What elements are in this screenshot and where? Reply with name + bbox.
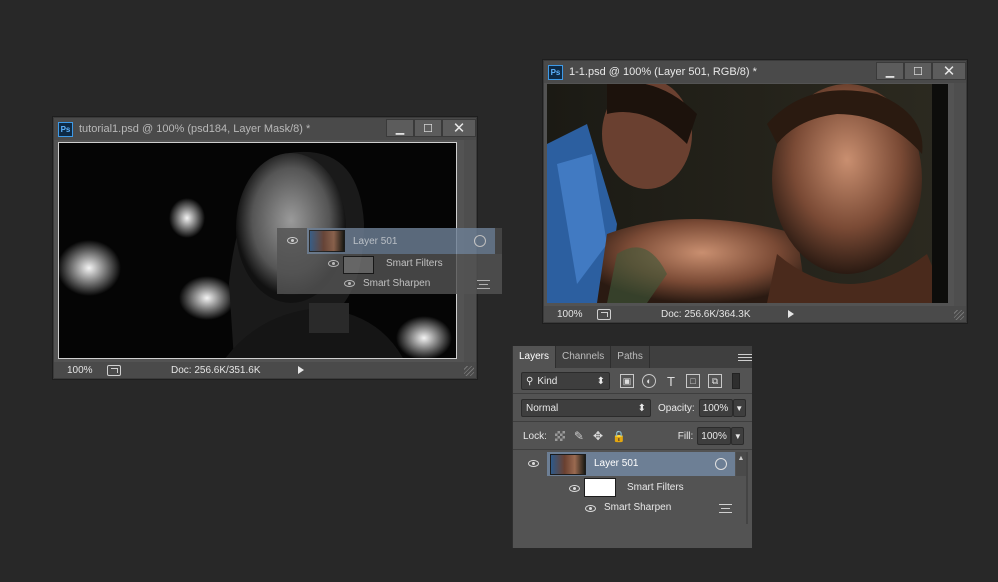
window-titlebar[interactable]: Ps tutorial1.psd @ 100% (psd184, Layer M… bbox=[54, 118, 476, 140]
lock-label: Lock: bbox=[523, 430, 547, 442]
layer-name: Smart Filters bbox=[627, 482, 684, 493]
fill-label: Fill: bbox=[677, 430, 694, 442]
opacity-input[interactable]: 100% bbox=[698, 399, 733, 417]
close-button[interactable]: ✕ bbox=[442, 119, 476, 137]
ghost-filter-name: Smart Sharpen bbox=[363, 278, 431, 289]
status-bar: 100% Doc: 256.6K/364.3K bbox=[544, 306, 966, 322]
blend-row: Normal ⬍ Opacity: 100% ▼ bbox=[513, 396, 752, 420]
chevron-updown-icon: ⬍ bbox=[637, 402, 646, 414]
blend-mode-value: Normal bbox=[526, 402, 559, 414]
status-menu-arrow-icon[interactable] bbox=[298, 366, 304, 374]
minimize-button[interactable]: ▁ bbox=[876, 62, 904, 80]
share-icon[interactable] bbox=[107, 364, 121, 376]
zoom-level[interactable]: 100% bbox=[557, 309, 593, 320]
smart-object-badge-icon bbox=[715, 458, 727, 470]
shape-filter-icon[interactable]: □ bbox=[686, 374, 700, 388]
lock-transparent-pixels-icon[interactable] bbox=[554, 431, 565, 441]
visibility-eye-icon[interactable] bbox=[585, 505, 596, 512]
resize-grip-icon[interactable] bbox=[464, 366, 474, 376]
filter-kind-value: Kind bbox=[537, 375, 558, 387]
smart-filter-mask-thumbnail bbox=[343, 256, 374, 274]
visibility-eye-icon[interactable] bbox=[569, 485, 580, 492]
maximize-button[interactable]: ☐ bbox=[414, 119, 442, 137]
layers-panel: Layers Channels Paths ⚲ Kind ⬍ ▣ ◐ T □ ⧉… bbox=[512, 346, 752, 548]
visibility-eye-icon[interactable] bbox=[528, 460, 539, 467]
tab-paths[interactable]: Paths bbox=[611, 346, 650, 368]
layer-thumbnail bbox=[309, 230, 345, 252]
filter-toggle-switch[interactable] bbox=[732, 373, 740, 389]
filter-kind-select[interactable]: ⚲ Kind ⬍ bbox=[521, 372, 610, 390]
scroll-up-arrow-icon[interactable]: ▲ bbox=[736, 452, 746, 476]
filter-options-icon bbox=[477, 280, 490, 289]
layer-thumbnail bbox=[550, 454, 586, 475]
image-filter-icon[interactable]: ▣ bbox=[620, 374, 634, 388]
tab-layers[interactable]: Layers bbox=[513, 346, 557, 368]
opacity-value: 100% bbox=[702, 402, 729, 414]
share-icon[interactable] bbox=[597, 308, 611, 320]
search-icon: ⚲ bbox=[526, 375, 534, 387]
visibility-eye-icon bbox=[328, 260, 339, 267]
ghost-layer-name: Layer 501 bbox=[353, 236, 398, 247]
smart-object-filter-icon[interactable]: ⧉ bbox=[708, 374, 722, 388]
layer-list: Layer 501 ▲ Smart Filters Smart Sharpen bbox=[513, 450, 752, 548]
layer-row-layer-501[interactable]: Layer 501 ▲ bbox=[517, 452, 752, 476]
lock-position-icon[interactable]: ✥ bbox=[593, 429, 603, 443]
adjustment-filter-icon[interactable]: ◐ bbox=[642, 374, 656, 388]
opacity-label: Opacity: bbox=[658, 402, 695, 414]
smart-filter-mask-thumbnail bbox=[584, 478, 616, 497]
visibility-eye-icon bbox=[287, 237, 298, 244]
ghost-smart-filters-label: Smart Filters bbox=[386, 258, 443, 269]
maximize-button[interactable]: ☐ bbox=[904, 62, 932, 80]
opacity-dropdown-button[interactable]: ▼ bbox=[732, 399, 746, 417]
lock-all-icon[interactable]: 🔒 bbox=[612, 430, 626, 443]
lock-row: Lock: ✎ ✥ 🔒 Fill: 100% ▼ bbox=[513, 424, 752, 448]
layer-drag-preview: Layer 501 Smart Filters Smart Sharpen bbox=[277, 228, 502, 294]
window-title: 1-1.psd @ 100% (Layer 501, RGB/8) * bbox=[569, 66, 757, 78]
fill-input[interactable]: 100% bbox=[697, 427, 732, 445]
filter-row: ⚲ Kind ⬍ ▣ ◐ T □ ⧉ bbox=[513, 369, 752, 393]
vertical-scrollbar[interactable] bbox=[954, 83, 966, 306]
resize-grip-icon[interactable] bbox=[954, 310, 964, 320]
lock-image-pixels-icon[interactable]: ✎ bbox=[574, 429, 584, 443]
document-canvas-color[interactable] bbox=[547, 84, 948, 303]
visibility-eye-icon bbox=[344, 280, 355, 287]
chevron-updown-icon: ⬍ bbox=[596, 375, 605, 387]
filter-options-icon[interactable] bbox=[719, 504, 732, 513]
fill-dropdown-button[interactable]: ▼ bbox=[731, 427, 745, 445]
type-filter-icon[interactable]: T bbox=[664, 374, 678, 389]
window-titlebar[interactable]: Ps 1-1.psd @ 100% (Layer 501, RGB/8) * ▁… bbox=[544, 61, 966, 83]
smart-object-badge-icon bbox=[474, 235, 486, 247]
close-button[interactable]: ✕ bbox=[932, 62, 966, 80]
status-bar: 100% Doc: 256.6K/351.6K bbox=[54, 362, 476, 378]
blend-mode-select[interactable]: Normal ⬍ bbox=[521, 399, 651, 417]
document-window-1-1[interactable]: Ps 1-1.psd @ 100% (Layer 501, RGB/8) * ▁… bbox=[543, 60, 967, 323]
photoshop-icon: Ps bbox=[548, 64, 563, 80]
status-menu-arrow-icon[interactable] bbox=[788, 310, 794, 318]
fill-value: 100% bbox=[701, 430, 727, 442]
minimize-button[interactable]: ▁ bbox=[386, 119, 414, 137]
doc-size-info: Doc: 256.6K/364.3K bbox=[661, 308, 751, 320]
photoshop-icon: Ps bbox=[58, 121, 73, 137]
panel-tab-bar: Layers Channels Paths bbox=[513, 346, 752, 368]
window-title: tutorial1.psd @ 100% (psd184, Layer Mask… bbox=[79, 123, 311, 135]
layer-row-smart-sharpen[interactable]: Smart Sharpen bbox=[517, 496, 752, 520]
layer-name[interactable]: Layer 501 bbox=[594, 458, 638, 469]
tab-channels[interactable]: Channels bbox=[556, 346, 612, 368]
color-photo-image bbox=[547, 84, 948, 303]
layer-name: Smart Sharpen bbox=[604, 502, 672, 513]
zoom-level[interactable]: 100% bbox=[67, 365, 103, 376]
panel-menu-icon[interactable] bbox=[738, 352, 752, 362]
doc-size-info: Doc: 256.6K/351.6K bbox=[171, 364, 261, 376]
